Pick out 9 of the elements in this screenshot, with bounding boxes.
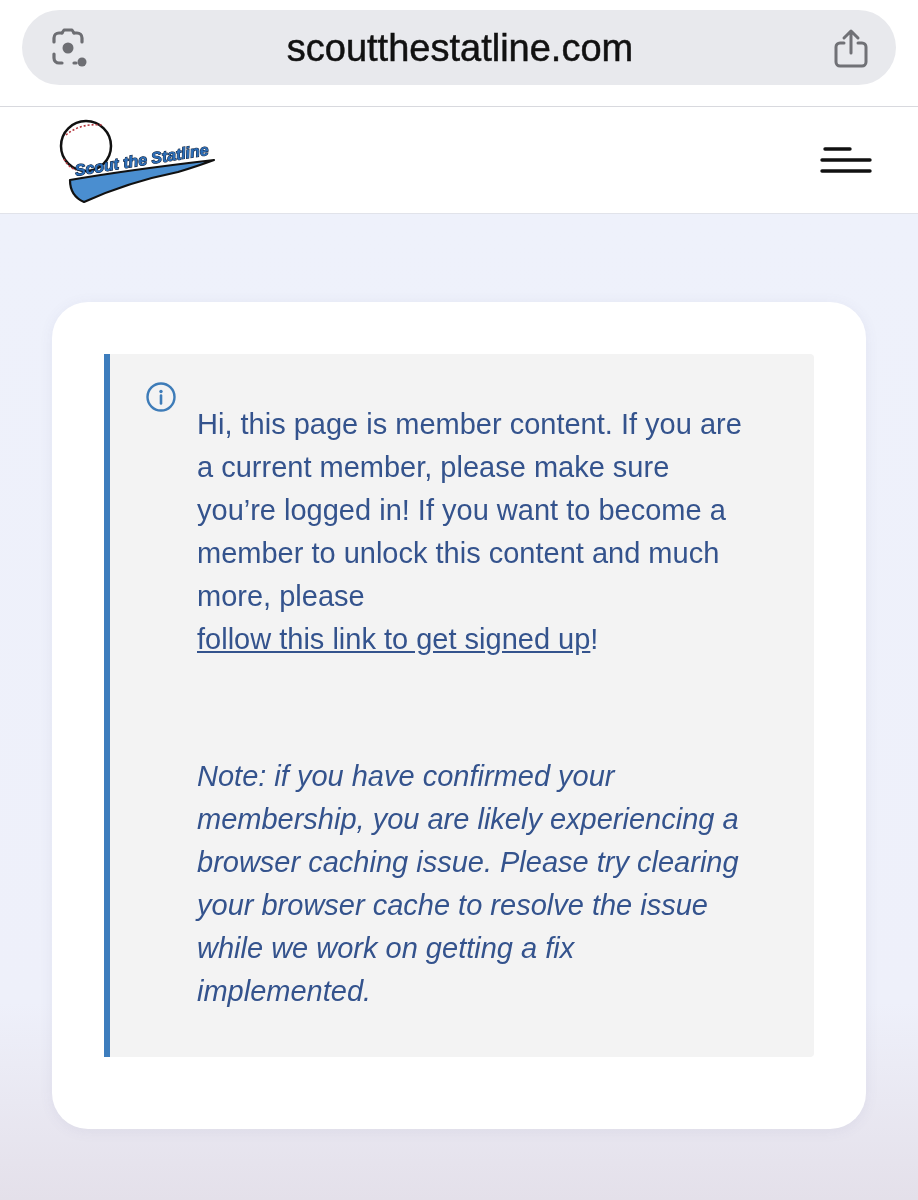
menu-icon[interactable] [820,145,872,175]
cache-note: Note: if you have confirmed your membership, you are likely experiencing a browser caching issue. Please try clearing your browser cache to resolve the issue while we work on getting a fix implemented. [197,759,740,1009]
site-logo[interactable]: Scout the Statline [58,116,218,204]
address-bar[interactable]: scoutthestatline.com [22,10,896,85]
url-text: scoutthestatline.com [286,28,634,67]
member-message: Hi, this page is member content. If you are a current member, please make sure you’re logged in! If you want to become a member to unlock this content and much more, please follow this link to get signed up! [197,407,743,657]
info-icon [146,382,176,412]
signup-link[interactable]: follow this link to get signed up [197,623,591,655]
share-icon[interactable] [832,27,870,68]
